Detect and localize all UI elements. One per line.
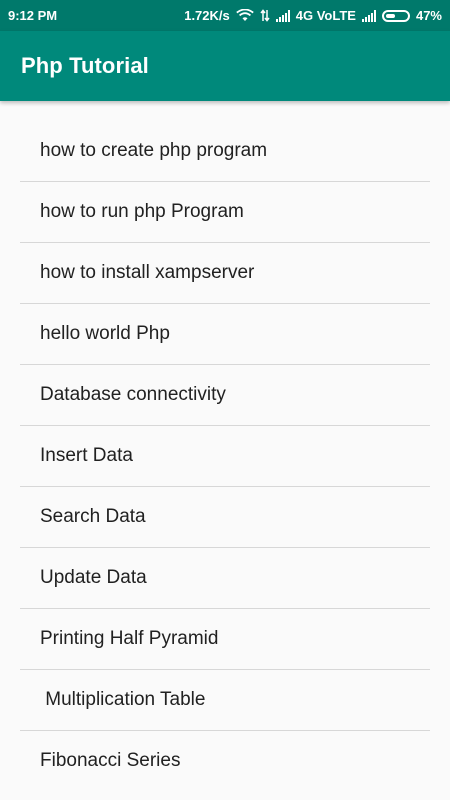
list-item-label: how to create php program: [40, 140, 268, 161]
list-item[interactable]: Fibonacci Series: [20, 731, 430, 791]
network-speed: 1.72K/s: [184, 8, 230, 23]
list-item-label: how to run php Program: [40, 201, 244, 222]
list-item[interactable]: Insert Data: [20, 426, 430, 487]
list-item-label: Multiplication Table: [40, 689, 206, 710]
status-time: 9:12 PM: [8, 8, 58, 23]
list-item-label: Insert Data: [40, 445, 133, 466]
list-item-label: Printing Half Pyramid: [40, 628, 219, 649]
status-bar: 9:12 PM 1.72K/s 4G VoLTE 47%: [0, 0, 450, 31]
battery-icon: [381, 9, 410, 22]
wifi-icon: [236, 9, 254, 22]
list-item-label: Update Data: [40, 567, 147, 588]
list-item[interactable]: hello world Php: [20, 304, 430, 365]
list-item-label: how to install xampserver: [40, 262, 255, 283]
list-item[interactable]: Multiplication Table: [20, 670, 430, 731]
data-transfer-icon: [260, 9, 270, 22]
tutorial-list: how to create php program how to run php…: [20, 121, 430, 791]
list-item-label: hello world Php: [40, 323, 170, 344]
list-item[interactable]: how to install xampserver: [20, 243, 430, 304]
page-title: Php Tutorial: [21, 53, 149, 78]
list-item[interactable]: Update Data: [20, 548, 430, 609]
signal-icon: [275, 9, 290, 22]
list-item-label: Database connectivity: [40, 384, 226, 405]
signal-icon: [361, 9, 376, 22]
status-icons: 1.72K/s 4G VoLTE 47%: [184, 8, 442, 23]
list-item[interactable]: Printing Half Pyramid: [20, 609, 430, 670]
list-item-label: Fibonacci Series: [40, 750, 181, 771]
network-type: 4G VoLTE: [295, 8, 356, 23]
list-item[interactable]: how to create php program: [20, 121, 430, 182]
list-item-label: Search Data: [40, 506, 146, 527]
list-item[interactable]: how to run php Program: [20, 182, 430, 243]
list-item[interactable]: Search Data: [20, 487, 430, 548]
app-bar: Php Tutorial: [0, 31, 450, 101]
battery-fill: [385, 13, 395, 18]
list-item[interactable]: Database connectivity: [20, 365, 430, 426]
battery-percent: 47%: [415, 8, 442, 23]
